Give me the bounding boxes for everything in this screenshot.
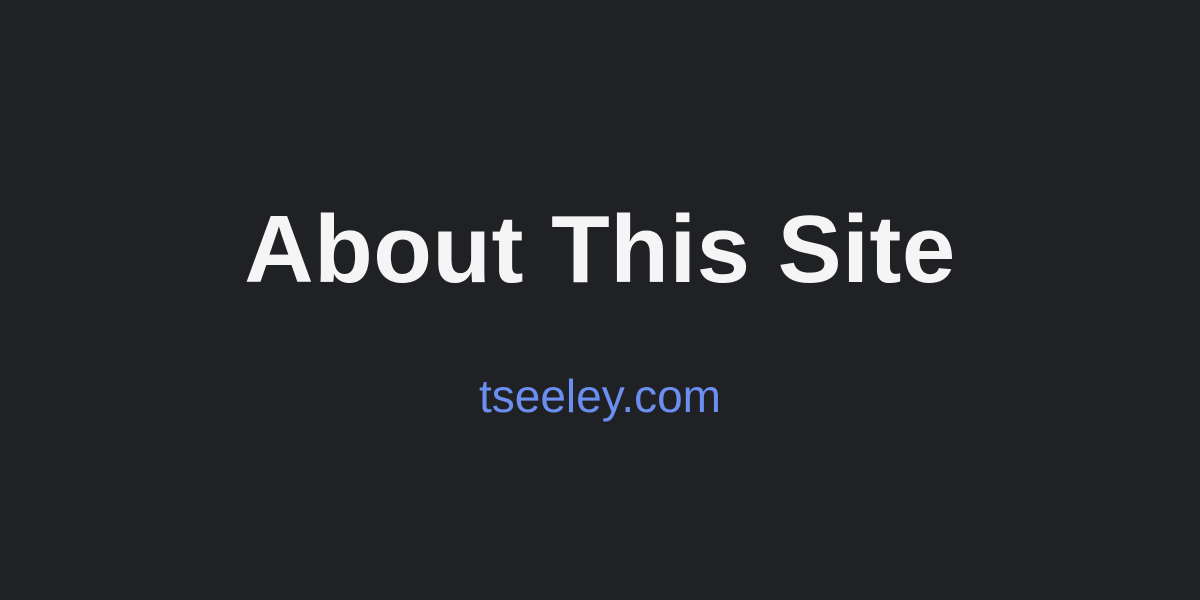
page-title: About This Site [244,196,956,303]
social-card: About This Site tseeley.com [0,0,1200,600]
site-link[interactable]: tseeley.com [0,370,1200,422]
